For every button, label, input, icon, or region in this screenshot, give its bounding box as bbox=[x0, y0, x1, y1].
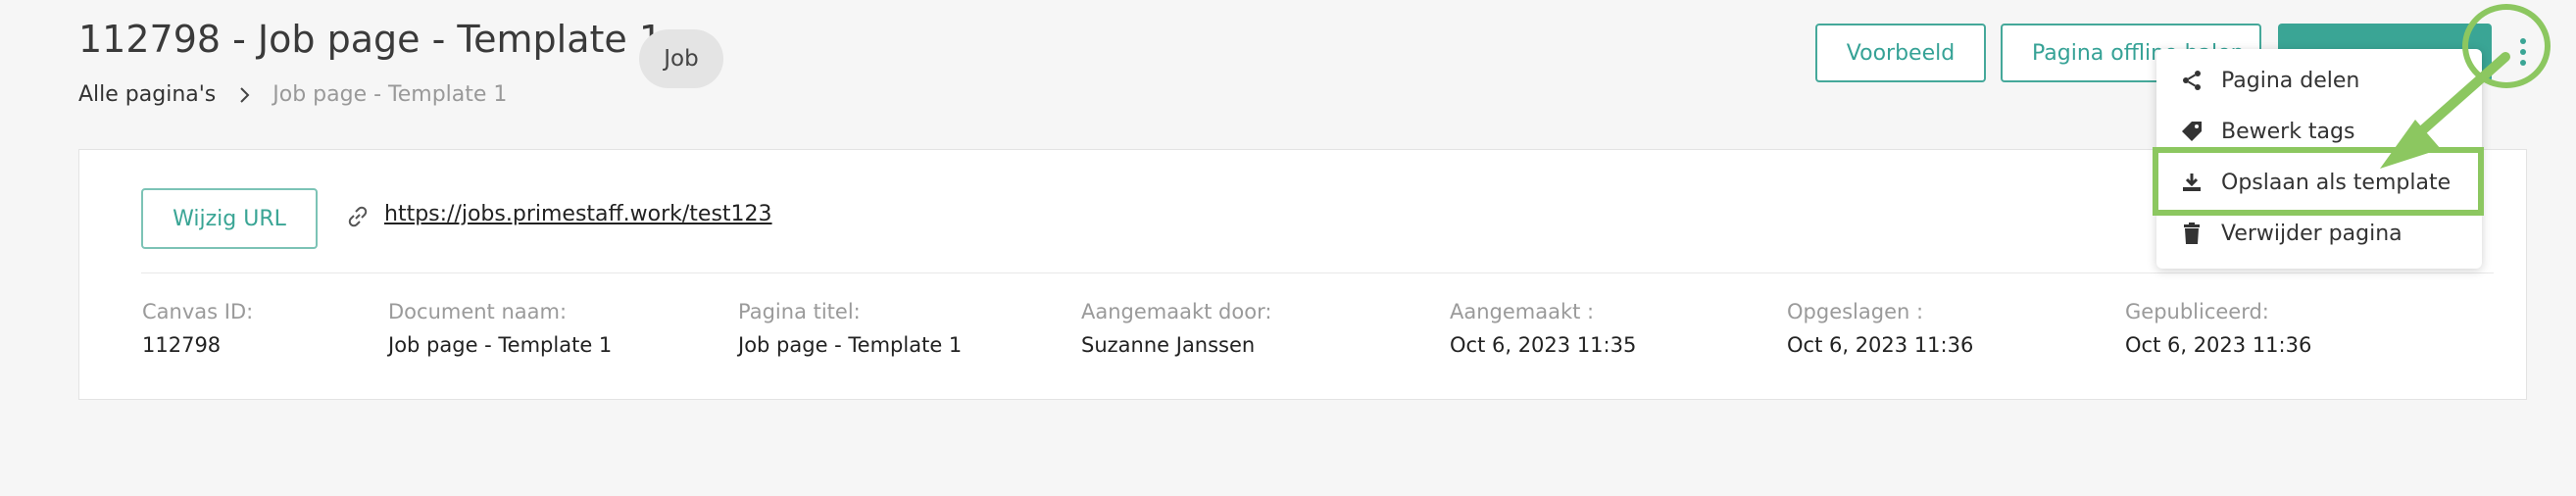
breadcrumb-current-page: Job page - Template 1 bbox=[272, 82, 508, 107]
annotation-circle bbox=[2462, 4, 2551, 88]
change-url-button[interactable]: Wijzig URL bbox=[141, 188, 318, 249]
menu-item-label: Pagina delen bbox=[2221, 68, 2360, 93]
meta-value: Oct 6, 2023 11:36 bbox=[1787, 333, 1974, 357]
meta-label: Aangemaakt door: bbox=[1081, 300, 1272, 323]
share-icon bbox=[2180, 69, 2204, 92]
menu-item-label: Verwijder pagina bbox=[2221, 221, 2403, 246]
meta-created-by: Aangemaakt door: Suzanne Janssen bbox=[1081, 300, 1271, 357]
meta-label: Canvas ID: bbox=[142, 300, 254, 323]
meta-label: Document naam: bbox=[388, 300, 568, 323]
meta-saved: Opgeslagen : Oct 6, 2023 11:36 bbox=[1787, 300, 1973, 357]
meta-value: 112798 bbox=[142, 333, 222, 357]
annotation-highlight-box bbox=[2153, 147, 2484, 216]
menu-item-delete-page[interactable]: Verwijder pagina bbox=[2180, 214, 2403, 253]
page-url-link[interactable]: https://jobs.primestaff.work/test123 bbox=[384, 202, 772, 226]
meta-value: Oct 6, 2023 11:35 bbox=[1450, 333, 1637, 357]
link-icon bbox=[345, 204, 371, 229]
meta-document-name: Document naam: Job page - Template 1 bbox=[388, 300, 612, 357]
page-type-badge: Job bbox=[639, 29, 723, 88]
meta-value: Job page - Template 1 bbox=[738, 333, 963, 357]
preview-button[interactable]: Voorbeeld bbox=[1815, 24, 1986, 82]
menu-item-label: Bewerk tags bbox=[2221, 119, 2355, 144]
meta-label: Gepubliceerd: bbox=[2125, 300, 2269, 323]
meta-label: Aangemaakt : bbox=[1450, 300, 1595, 323]
page-title: 112798 - Job page - Template 1 bbox=[78, 18, 664, 61]
meta-label: Pagina titel: bbox=[738, 300, 861, 323]
meta-value: Job page - Template 1 bbox=[388, 333, 613, 357]
chevron-right-icon bbox=[237, 85, 253, 105]
meta-value: Oct 6, 2023 11:36 bbox=[2125, 333, 2312, 357]
meta-created: Aangemaakt : Oct 6, 2023 11:35 bbox=[1450, 300, 1636, 357]
trash-icon bbox=[2180, 222, 2204, 245]
meta-canvas-id: Canvas ID: 112798 bbox=[142, 300, 253, 357]
meta-label: Opgeslagen : bbox=[1787, 300, 1924, 323]
meta-page-title: Pagina titel: Job page - Template 1 bbox=[738, 300, 962, 357]
breadcrumb: Alle pagina's Job page - Template 1 bbox=[78, 82, 507, 107]
meta-value: Suzanne Janssen bbox=[1081, 333, 1256, 357]
menu-item-share-page[interactable]: Pagina delen bbox=[2180, 61, 2359, 100]
breadcrumb-all-pages[interactable]: Alle pagina's bbox=[78, 82, 216, 107]
menu-item-edit-tags[interactable]: Bewerk tags bbox=[2180, 112, 2354, 151]
tag-icon bbox=[2180, 120, 2204, 143]
meta-published: Gepubliceerd: Oct 6, 2023 11:36 bbox=[2125, 300, 2311, 357]
